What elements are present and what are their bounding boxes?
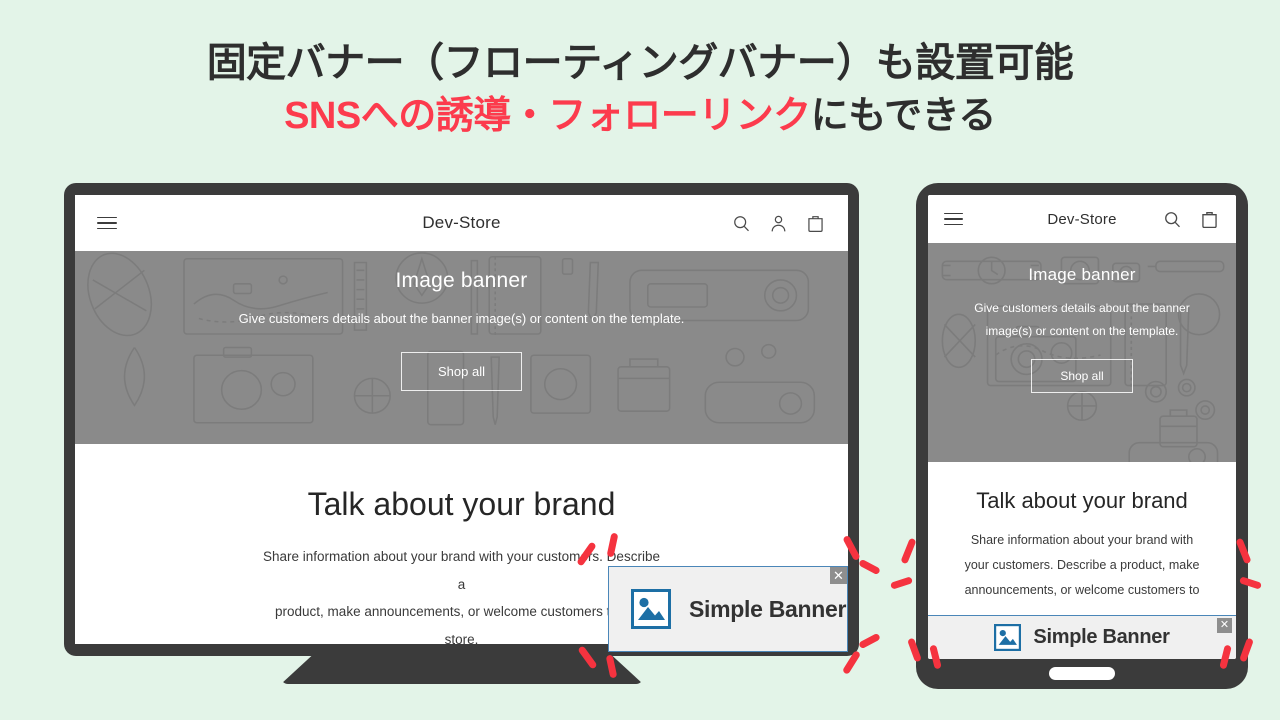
shop-all-button[interactable]: Shop all: [1031, 358, 1133, 393]
simple-banner-label: Simple Banner: [1033, 626, 1170, 648]
image-placeholder-icon: [631, 589, 671, 629]
headline-line-1: 固定バナー（フローティングバナー）も設置可能: [206, 41, 1074, 85]
headline-block: 固定バナー（フローティングバナー）も設置可能 SNSへの誘導・フォローリンクにも…: [0, 38, 1280, 141]
brand-body: Share information about your brand with …: [957, 528, 1207, 603]
cart-icon[interactable]: [1199, 209, 1220, 230]
simple-banner-label: Simple Banner: [689, 595, 847, 622]
simple-banner-popup-mobile[interactable]: Simple Banner ✕: [928, 615, 1236, 659]
brand-title: Talk about your brand: [307, 486, 616, 522]
hero-subtitle: Give customers details about the banner …: [238, 311, 685, 326]
sparkle-mark: [858, 632, 881, 650]
shop-all-button[interactable]: Shop all: [401, 351, 522, 391]
hamburger-icon[interactable]: [97, 216, 117, 230]
hero-title: Image banner: [1028, 265, 1136, 284]
mobile-screen: Dev-Store Image banner Give customers de…: [928, 195, 1236, 659]
brand-body-line-3: announcements, or welcome customers to: [964, 583, 1200, 597]
headline-line-2: SNSへの誘導・フォローリンクにもできる: [0, 92, 1280, 141]
hero-content-mobile: Image banner Give customers details abou…: [928, 243, 1236, 462]
header-icon-group: [731, 213, 826, 234]
brand-body: Share information about your brand with …: [262, 543, 662, 644]
header-icon-group-mobile: [1162, 209, 1220, 230]
hero-subtitle-line-1: Give customers details about the banner: [974, 301, 1190, 315]
brand-body-line-1: Share information about your brand with …: [263, 549, 660, 592]
search-icon[interactable]: [1162, 209, 1183, 230]
hamburger-icon[interactable]: [944, 212, 963, 226]
sparkle-mark: [889, 576, 914, 590]
home-indicator: [1049, 667, 1115, 680]
hero-subtitle: Give customers details about the banner …: [974, 297, 1189, 343]
monitor-stand-base: [281, 654, 643, 684]
storefront-header-mobile: Dev-Store: [928, 195, 1236, 243]
hero-content: Image banner Give customers details abou…: [75, 251, 848, 444]
image-placeholder-icon: [994, 624, 1022, 651]
search-icon[interactable]: [731, 213, 752, 234]
headline-line-2-red: SNSへの誘導・フォローリンク: [284, 95, 811, 137]
brand-section-mobile: Talk about your brand Share information …: [928, 462, 1236, 603]
brand-body-line-1: Share information about your brand with: [970, 533, 1194, 547]
simple-banner-popup-desktop[interactable]: Simple Banner ✕: [608, 566, 848, 652]
hero-banner: Image banner Give customers details abou…: [75, 251, 848, 444]
brand-title: Talk about your brand: [976, 488, 1188, 513]
hero-title: Image banner: [395, 269, 528, 292]
hero-banner-mobile: Image banner Give customers details abou…: [928, 243, 1236, 462]
account-icon[interactable]: [768, 213, 789, 234]
close-icon[interactable]: ✕: [830, 567, 847, 584]
hero-subtitle-line-2: image(s) or content on the template.: [985, 323, 1179, 338]
brand-body-line-2: your customers. Describe a product, make: [964, 558, 1200, 572]
close-icon[interactable]: ✕: [1217, 618, 1232, 633]
sparkle-mark: [900, 537, 917, 565]
sparkle-mark: [858, 558, 881, 576]
brand-body-line-2: product, make announcements, or welcome …: [275, 604, 648, 644]
storefront-header: Dev-Store: [75, 195, 848, 251]
headline-line-2-black: にもできる: [810, 95, 997, 137]
cart-icon[interactable]: [805, 213, 826, 234]
mobile-device: Dev-Store Image banner Give customers de…: [916, 183, 1248, 689]
